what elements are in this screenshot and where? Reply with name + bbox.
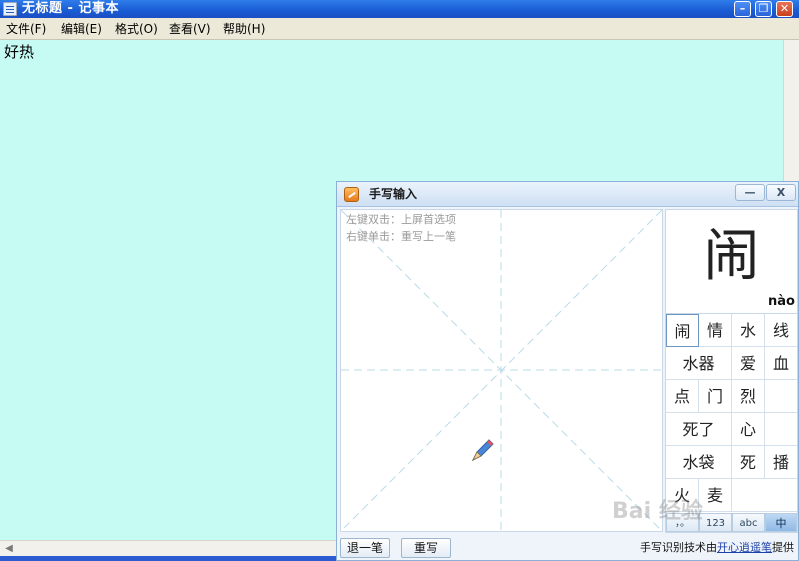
candidate-item[interactable]: 麦 [699, 479, 732, 512]
menu-format[interactable]: 格式(O) [115, 18, 158, 40]
notepad-icon [3, 2, 17, 16]
credit-prefix: 手写识别技术由 [640, 541, 717, 554]
candidate-item[interactable]: 点 [666, 380, 699, 413]
writing-guide-lines [341, 210, 662, 531]
candidate-item[interactable]: 情 [699, 314, 732, 347]
candidate-item[interactable]: 心 [732, 413, 765, 446]
rewrite-button[interactable]: 重写 [401, 538, 451, 558]
handwriting-canvas[interactable]: 左键双击：上屏首选项 右键单击：重写上一笔 [340, 209, 663, 532]
candidate-item[interactable]: 血 [765, 347, 797, 380]
menu-help[interactable]: 帮助(H) [223, 18, 265, 40]
candidate-item[interactable]: 线 [765, 314, 797, 347]
scroll-left-arrow-icon[interactable]: ◀ [2, 542, 16, 555]
editor-text: 好热 [4, 43, 35, 61]
maximize-button[interactable]: ❐ [755, 1, 772, 17]
candidate-item[interactable]: 门 [699, 380, 732, 413]
candidate-item[interactable]: 闹 [666, 314, 699, 347]
handwriting-title: 手写输入 [369, 187, 418, 201]
minimize-button[interactable]: – [734, 1, 751, 17]
undo-stroke-button[interactable]: 退一笔 [340, 538, 390, 558]
handwriting-titlebar[interactable]: 手写输入 — X [337, 182, 798, 207]
close-button[interactable]: ✕ [776, 1, 793, 17]
menu-file[interactable]: 文件(F) [6, 18, 46, 40]
pen-icon [471, 439, 494, 462]
candidate-item[interactable] [765, 380, 797, 413]
credit-link[interactable]: 开心逍遥笔 [717, 541, 772, 554]
candidate-item[interactable]: 水 [732, 314, 765, 347]
window-title: 无标题 - 记事本 [22, 1, 119, 16]
handwriting-panel: 手写输入 — X 左键双击：上屏首选项 右键单击：重写上一笔 闹 nào 闹 情… [336, 181, 799, 561]
credit-suffix: 提供 [772, 541, 794, 554]
candidate-item[interactable]: 水袋 [666, 446, 732, 479]
mode-numbers[interactable]: 123 [699, 513, 732, 532]
menu-view[interactable]: 查看(V) [169, 18, 211, 40]
mode-letters[interactable]: abc [732, 513, 765, 532]
handwriting-close-button[interactable]: X [766, 184, 796, 201]
character-preview: 闹 nào [666, 210, 797, 313]
candidate-item[interactable]: 爱 [732, 347, 765, 380]
handwriting-app-icon [344, 187, 359, 202]
candidate-area: 闹 nào 闹 情 水 线 水器 爱 血 点 门 烈 死了 心 水袋 死 播 火… [665, 209, 798, 533]
hint-double-click: 左键双击：上屏首选项 [346, 213, 456, 226]
menu-edit[interactable]: 编辑(E) [61, 18, 102, 40]
candidate-item[interactable]: 播 [765, 446, 797, 479]
hint-right-click: 右键单击：重写上一笔 [346, 230, 456, 243]
candidate-item[interactable] [732, 479, 797, 512]
horizontal-scrollbar[interactable]: ◀ [0, 540, 336, 556]
candidate-item[interactable]: 死了 [666, 413, 732, 446]
notepad-titlebar[interactable]: 无标题 - 记事本 – ❐ ✕ [0, 0, 799, 18]
credit-text: 手写识别技术由开心逍遥笔提供 [640, 535, 794, 561]
candidate-item[interactable]: 烈 [732, 380, 765, 413]
candidate-item[interactable] [765, 413, 797, 446]
preview-pinyin: nào [768, 294, 795, 309]
handwriting-minimize-button[interactable]: — [735, 184, 765, 201]
window-border [0, 556, 336, 561]
candidate-grid: 闹 情 水 线 水器 爱 血 点 门 烈 死了 心 水袋 死 播 火 麦 [666, 313, 797, 512]
handwriting-bottom-bar: 退一笔 重写 手写识别技术由开心逍遥笔提供 [337, 535, 798, 560]
watermark: Bai 经验 [612, 499, 703, 524]
candidate-item[interactable]: 死 [732, 446, 765, 479]
candidate-item[interactable]: 水器 [666, 347, 732, 380]
preview-character: 闹 [703, 224, 760, 289]
menu-bar: 文件(F) 编辑(E) 格式(O) 查看(V) 帮助(H) [0, 18, 799, 40]
mode-chinese[interactable]: 中 [765, 513, 797, 532]
